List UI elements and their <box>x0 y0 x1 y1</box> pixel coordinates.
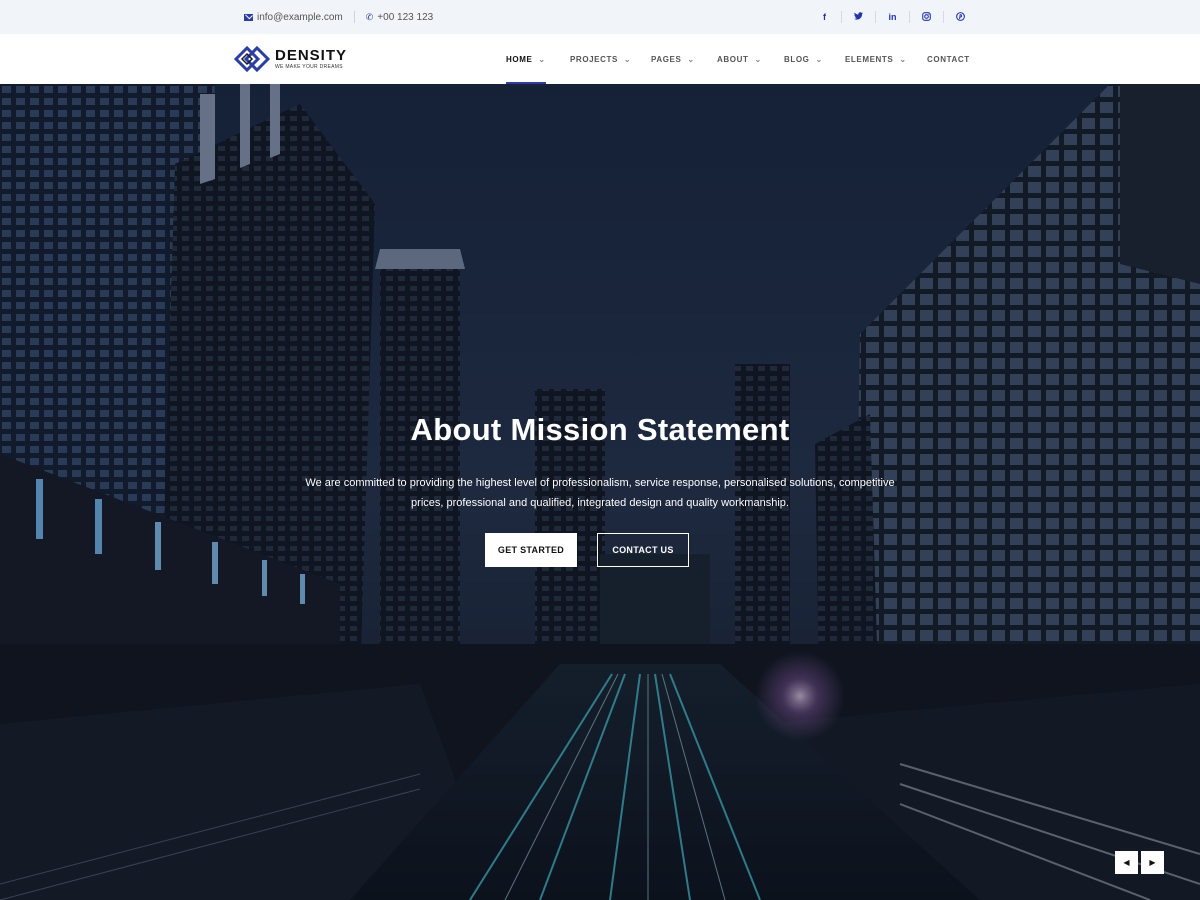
chevron-down-icon: ⌄ <box>623 54 632 64</box>
hero-description-line-2: prices, professional and qualified, inte… <box>411 497 789 509</box>
nav-item-elements[interactable]: ELEMENTS ⌄ <box>845 34 907 84</box>
logo[interactable]: DENSITY WE MAKE YOUR DREAMS <box>234 45 347 73</box>
brand-tagline: WE MAKE YOUR DREAMS <box>275 63 343 70</box>
top-bar: info@example.com ✆ +00 123 123 f in <box>0 0 1200 34</box>
envelope-icon <box>244 13 253 21</box>
hero-description-line-1: We are committed to providing the highes… <box>305 477 895 489</box>
main-header: DENSITY WE MAKE YOUR DREAMS HOME ⌄ PROJEC… <box>0 34 1200 84</box>
social-links: f in <box>808 0 977 34</box>
pinterest-icon[interactable] <box>944 11 977 23</box>
nav-item-label: PROJECTS <box>570 54 618 64</box>
twitter-icon[interactable] <box>842 12 875 22</box>
phone-text: +00 123 123 <box>377 11 434 23</box>
chevron-down-icon: ⌄ <box>538 54 546 64</box>
nav-item-blog[interactable]: BLOG ⌄ <box>784 34 823 84</box>
nav-item-label: HOME <box>506 54 533 64</box>
chevron-left-icon: ◀ <box>1123 858 1130 867</box>
instagram-icon[interactable] <box>910 11 943 23</box>
chevron-down-icon: ⌄ <box>899 54 907 64</box>
email-text: info@example.com <box>257 11 343 23</box>
nav-item-label: BLOG <box>784 54 810 64</box>
slider-prev-button[interactable]: ◀ <box>1115 851 1138 874</box>
brand-name: DENSITY <box>275 46 348 64</box>
slider-next-button[interactable]: ▶ <box>1141 851 1164 874</box>
nav-item-contact[interactable]: CONTACT <box>927 34 970 84</box>
nav-item-projects[interactable]: PROJECTS ⌄ <box>570 34 631 84</box>
linkedin-icon[interactable]: in <box>876 12 909 22</box>
facebook-icon[interactable]: f <box>808 12 841 22</box>
contact-us-button[interactable]: CONTACT US <box>597 533 689 567</box>
chevron-down-icon: ⌄ <box>687 54 695 64</box>
hero-slider: About Mission Statement We are committed… <box>0 84 1200 900</box>
nav-item-home[interactable]: HOME ⌄ <box>506 34 546 84</box>
hero-description: We are committed to providing the highes… <box>290 473 910 513</box>
chevron-down-icon: ⌄ <box>815 54 823 64</box>
hero-title: About Mission Statement <box>410 412 790 447</box>
contact-info: info@example.com ✆ +00 123 123 <box>244 0 433 34</box>
divider <box>353 11 355 23</box>
nav-item-label: ABOUT <box>717 54 749 64</box>
nav-item-about[interactable]: ABOUT ⌄ <box>717 34 762 84</box>
phone-link[interactable]: ✆ +00 123 123 <box>366 12 433 23</box>
nav-item-label: CONTACT <box>927 54 970 64</box>
phone-icon: ✆ <box>365 11 374 22</box>
nav-item-label: PAGES <box>651 54 682 64</box>
email-link[interactable]: info@example.com <box>244 12 343 23</box>
get-started-button[interactable]: GET STARTED <box>485 533 577 567</box>
slider-controls: ◀ ▶ <box>1115 851 1164 874</box>
logo-mark-icon <box>234 45 270 73</box>
nav-item-pages[interactable]: PAGES ⌄ <box>651 34 695 84</box>
chevron-down-icon: ⌄ <box>754 54 762 64</box>
nav-item-label: ELEMENTS <box>845 54 894 64</box>
chevron-right-icon: ▶ <box>1149 858 1156 867</box>
